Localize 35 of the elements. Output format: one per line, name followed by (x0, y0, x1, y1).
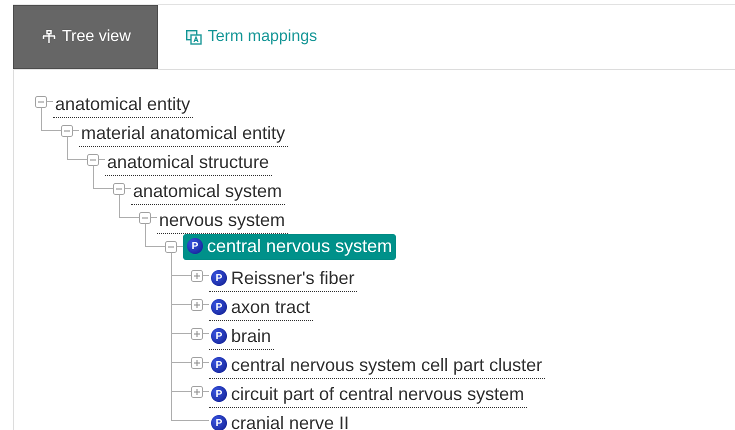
tree-item-label: central nervous system (207, 236, 392, 256)
mapping-icon (186, 30, 202, 44)
tree-icon (42, 30, 56, 44)
expand-toggle[interactable] (191, 328, 203, 340)
property-badge: P (211, 357, 227, 373)
tab[interactable]: Tree view (13, 5, 158, 69)
tree-item[interactable]: P axon tract (209, 294, 314, 320)
property-badge: P (211, 415, 227, 430)
collapse-toggle[interactable] (113, 182, 125, 194)
property-badge: P (211, 299, 227, 315)
property-badge: P (211, 328, 227, 344)
tree-item[interactable]: P circuit part of central nervous system (209, 382, 528, 408)
tree-item[interactable]: P cranial nerve II (209, 410, 352, 430)
property-badge: P (211, 270, 227, 286)
tree-item-label: brain (231, 326, 272, 346)
collapse-toggle[interactable] (165, 240, 177, 252)
tree-item-label: central nervous system cell part cluster (231, 354, 542, 376)
expand-toggle[interactable] (191, 270, 203, 282)
expand-toggle[interactable] (191, 386, 203, 398)
tree-item-label: Reissner's fiber (231, 268, 354, 288)
tree-item[interactable]: P brain (209, 324, 274, 350)
tree-item-label: circuit part of central nervous system (231, 384, 524, 404)
property-badge: P (187, 238, 203, 254)
tree-item-label: axon tract (231, 296, 310, 318)
collapse-toggle[interactable] (35, 96, 47, 108)
property-badge: P (211, 386, 227, 402)
tree-item[interactable]: P central nervous system cell part cluster (209, 352, 546, 378)
collapse-toggle[interactable] (87, 154, 99, 166)
expand-toggle[interactable] (191, 356, 203, 368)
collapse-toggle[interactable] (139, 212, 151, 224)
collapse-toggle[interactable] (61, 124, 73, 136)
tree-item[interactable]: P Reissner's fiber (209, 266, 358, 292)
expand-toggle[interactable] (191, 298, 203, 310)
selected-tree-item[interactable]: P central nervous system (183, 234, 396, 260)
tree-item-label: cranial nerve II (231, 412, 350, 430)
